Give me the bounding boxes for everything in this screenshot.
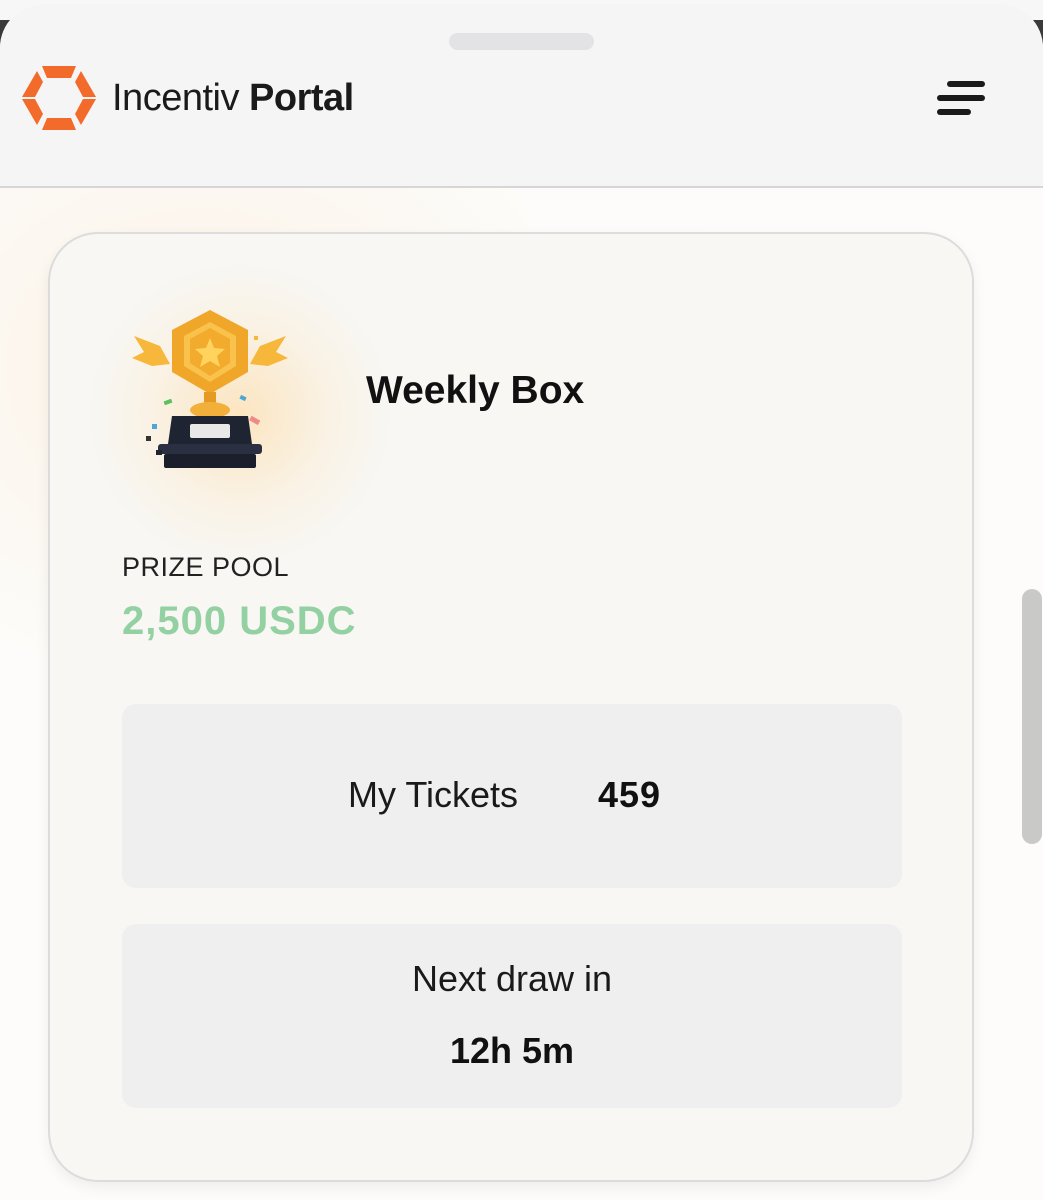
brand-name-part2: Portal (249, 77, 354, 119)
weekly-box-card[interactable]: Weekly Box PRIZE POOL 2,500 USDC My Tick… (48, 232, 974, 1182)
hamburger-menu-icon (937, 81, 985, 115)
next-draw-panel: Next draw in 12h 5m (122, 924, 902, 1108)
sheet-grabber-handle[interactable] (449, 33, 594, 50)
trophy-icon (132, 310, 288, 468)
card-title: Weekly Box (366, 369, 585, 412)
my-tickets-label: My Tickets (348, 774, 519, 815)
my-tickets-panel: My Tickets 459 (122, 704, 902, 888)
vertical-scrollbar[interactable] (1022, 589, 1042, 844)
next-draw-label: Next draw in (411, 958, 613, 999)
brand-name[interactable]: Incentiv Portal (112, 74, 354, 122)
next-draw-countdown: 12h 5m (449, 1030, 575, 1071)
brand-name-part1: Incentiv (112, 77, 239, 119)
menu-button[interactable] (930, 74, 994, 124)
incentiv-logo-icon[interactable] (22, 66, 96, 130)
top-header: Incentiv Portal (0, 4, 1043, 188)
prize-pool-label: PRIZE POOL (122, 552, 290, 582)
app-sheet: Incentiv Portal Weekly Box PRIZE POOL 2,… (0, 4, 1043, 1200)
my-tickets-value: 459 (598, 774, 662, 815)
prize-pool-value: 2,500 USDC (122, 599, 357, 643)
main-content: Weekly Box PRIZE POOL 2,500 USDC My Tick… (0, 188, 1043, 1200)
